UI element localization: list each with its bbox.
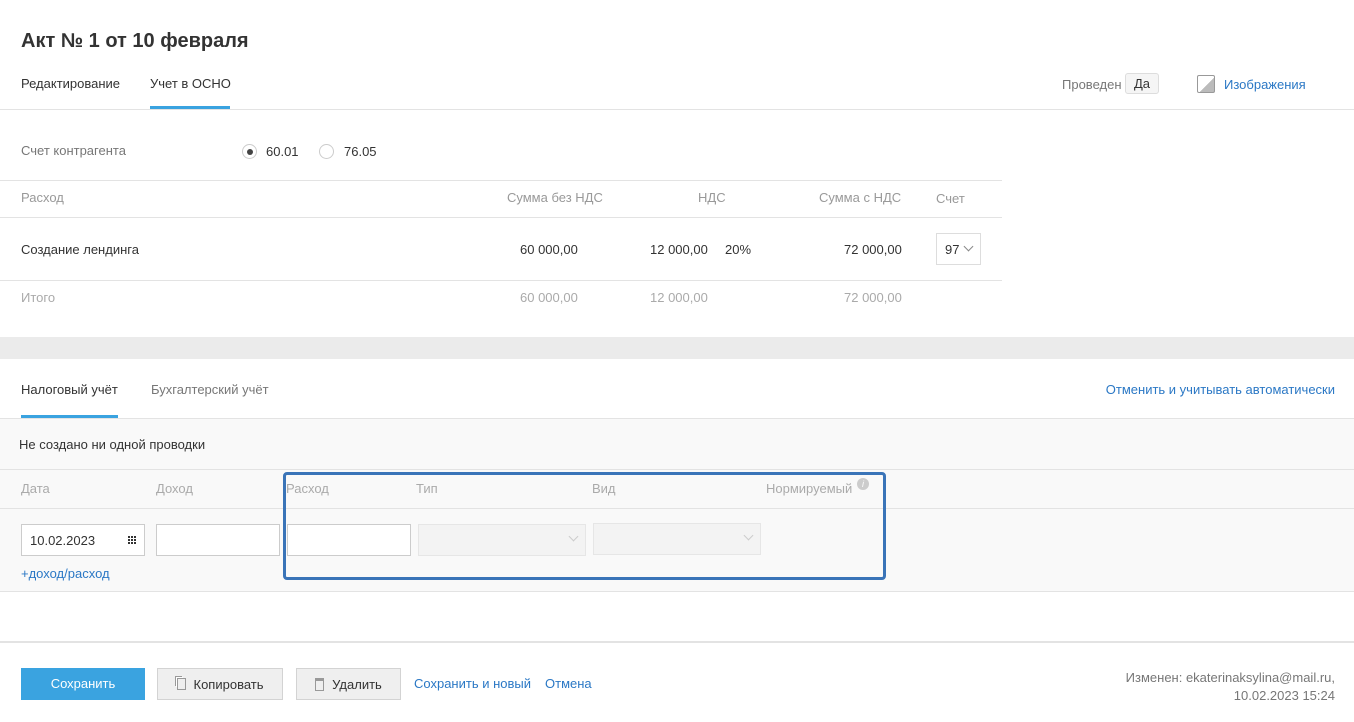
- col-header: НДС: [698, 190, 726, 205]
- total-vat: 12 000,00: [650, 290, 708, 305]
- total-total: 72 000,00: [844, 290, 902, 305]
- empty-message: Не создано ни одной проводки: [19, 437, 206, 452]
- col-header: Дата: [21, 481, 50, 496]
- row-total: 72 000,00: [844, 242, 902, 257]
- total-sum: 60 000,00: [520, 290, 578, 305]
- trash-icon: [315, 677, 325, 691]
- income-input[interactable]: [156, 524, 280, 556]
- copy-label: Копировать: [193, 676, 264, 692]
- radio-label: 76.05: [344, 144, 377, 159]
- auto-link[interactable]: Отменить и учитывать автоматически: [1106, 382, 1335, 397]
- total-label: Итого: [21, 290, 56, 305]
- add-income-expense-link[interactable]: +доход/расход: [21, 566, 110, 581]
- save-button[interactable]: Сохранить: [21, 668, 145, 700]
- delete-button[interactable]: Удалить: [296, 668, 401, 700]
- row-sum: 60 000,00: [520, 242, 578, 257]
- radio-label: 60.01: [266, 144, 299, 159]
- date-input[interactable]: 10.02.2023: [21, 524, 145, 556]
- col-header: Сумма с НДС: [819, 190, 902, 205]
- copy-button[interactable]: Копировать: [157, 668, 283, 700]
- tab-osno[interactable]: Учет в ОСНО: [150, 76, 231, 91]
- chevron-down-icon: [963, 241, 974, 252]
- images-link[interactable]: Изображения: [1224, 77, 1306, 92]
- highlight-box: [283, 472, 886, 580]
- subtab-accounting[interactable]: Бухгалтерский учёт: [151, 382, 269, 397]
- col-header: Доход: [156, 481, 193, 496]
- col-header: Сумма без НДС: [507, 190, 603, 205]
- save-new-link[interactable]: Сохранить и новый: [414, 676, 531, 691]
- col-header: Счет: [936, 191, 965, 206]
- account-value: 97: [945, 242, 960, 257]
- row-vat: 12 000,00: [650, 242, 708, 257]
- radio-76-05[interactable]: [319, 144, 334, 159]
- modified-by: Изменен: ekaterinaksylina@mail.ru,: [1125, 670, 1335, 685]
- cancel-link[interactable]: Отмена: [545, 676, 592, 691]
- radio-60-01[interactable]: [242, 144, 257, 159]
- calendar-icon[interactable]: [128, 536, 136, 544]
- copy-icon: [176, 678, 186, 690]
- section-divider: [0, 337, 1354, 359]
- modified-date: 10.02.2023 15:24: [1233, 688, 1335, 703]
- row-rate: 20%: [725, 242, 752, 257]
- counterparty-label: Счет контрагента: [21, 143, 126, 158]
- col-header: Расход: [21, 190, 64, 205]
- tab-editing[interactable]: Редактирование: [21, 76, 120, 91]
- status-label: Проведен: [1062, 77, 1122, 92]
- delete-label: Удалить: [332, 676, 382, 692]
- date-value: 10.02.2023: [30, 533, 96, 548]
- row-name: Создание лендинга: [21, 242, 139, 257]
- account-select[interactable]: 97: [936, 233, 981, 265]
- status-badge[interactable]: Да: [1125, 73, 1160, 94]
- image-icon[interactable]: [1197, 75, 1215, 93]
- page-title: Акт № 1 от 10 февраля: [21, 30, 249, 52]
- subtab-tax[interactable]: Налоговый учёт: [21, 382, 118, 397]
